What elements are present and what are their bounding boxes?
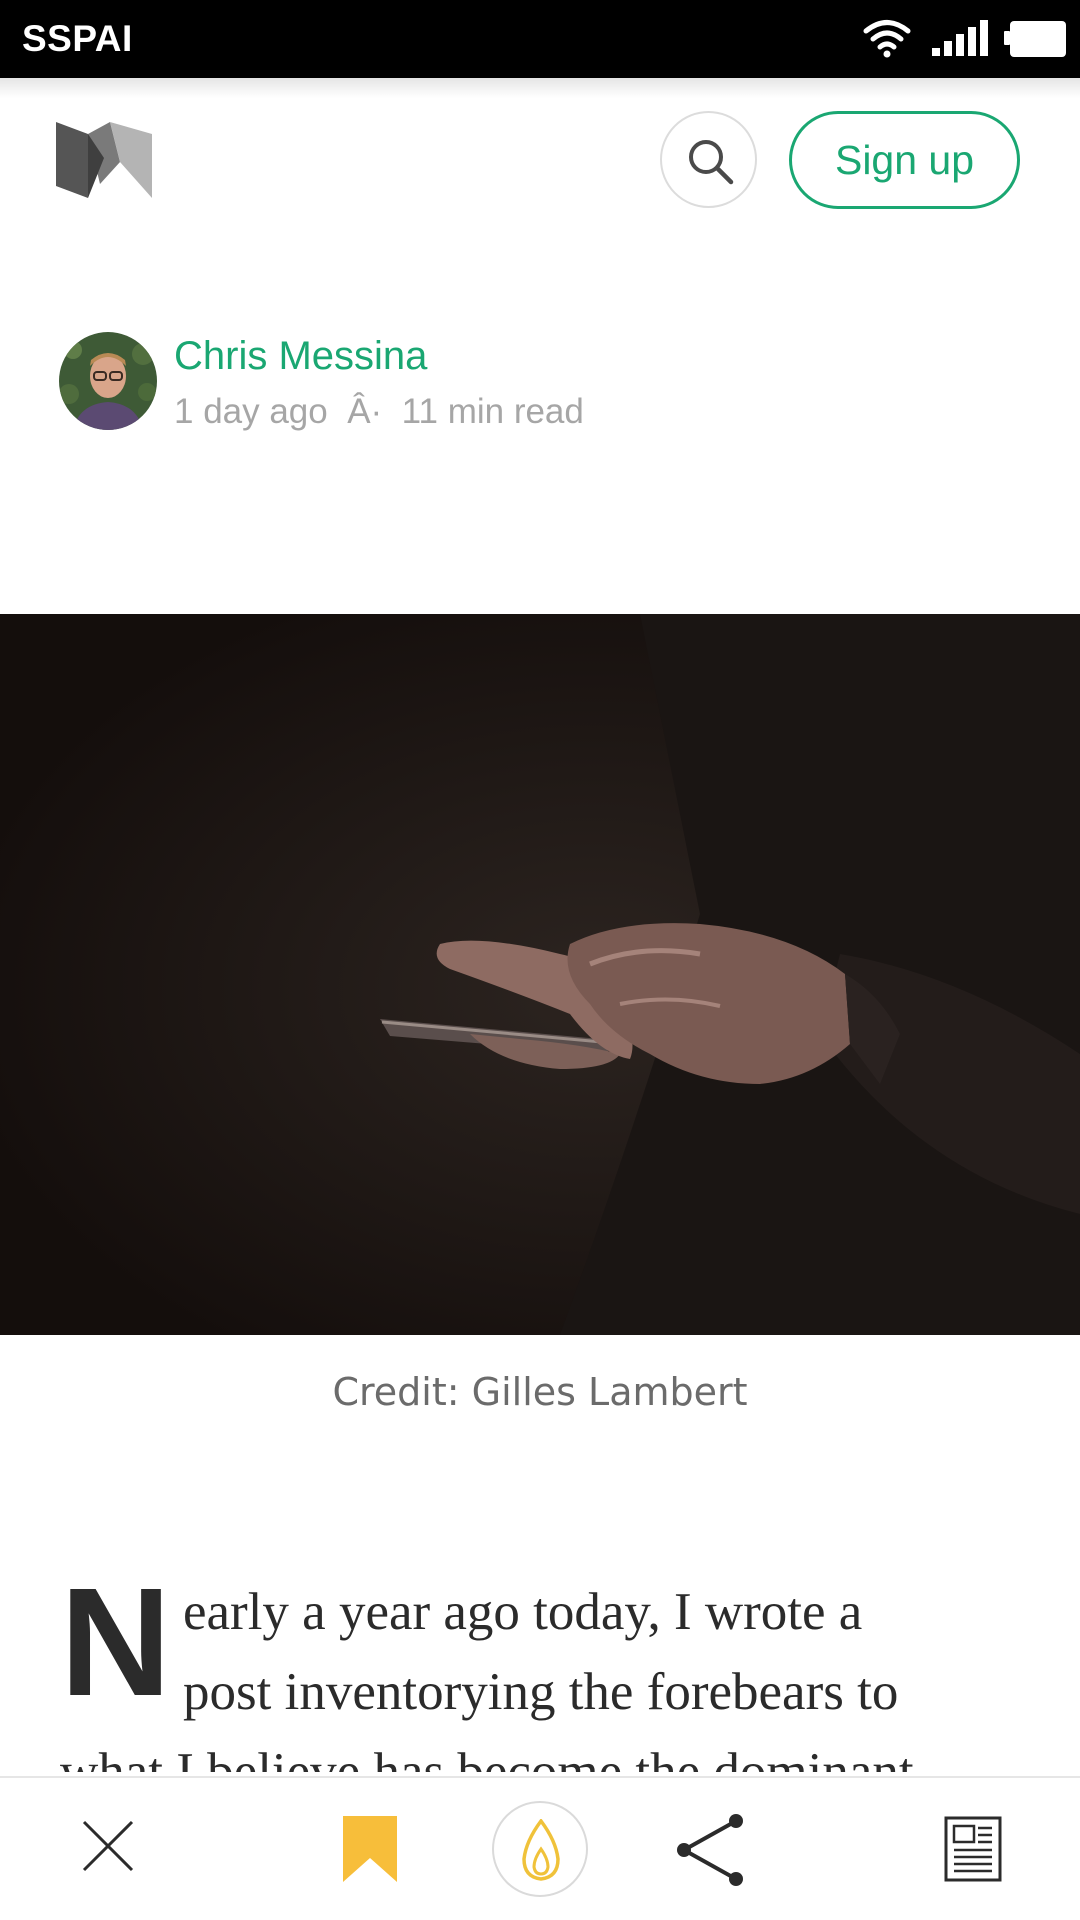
drop-cap: N [60,1572,172,1728]
header-shadow [0,78,1080,98]
article-body: N early a year ago today, I wrote a post… [60,1572,1020,1772]
recommend-button[interactable] [492,1801,588,1897]
battery-icon [1004,21,1066,57]
signup-button[interactable]: Sign up [789,111,1020,209]
recommend-icon [522,1819,560,1881]
search-button[interactable] [660,111,757,208]
paragraph-line: what I believe has become the dominant [60,1743,914,1772]
status-bar [0,0,1080,78]
hero-image [0,614,1080,1335]
status-carrier-label: SSPAI [22,18,133,59]
paragraph-line: early a year ago today, I wrote a [183,1583,863,1641]
paragraph-line: post inventorying the forebears to [183,1663,899,1721]
avatar-photo [59,332,157,430]
hero-photo [0,614,1080,1335]
medium-logo[interactable] [56,122,152,198]
author-name-link[interactable]: Chris Messina [174,334,427,379]
reader-icon[interactable] [944,1816,1002,1882]
wifi-icon [863,20,911,58]
post-meta: 1 day ago Â· 11 min read [174,392,584,431]
search-icon [689,140,734,185]
signal-icon [932,20,988,56]
bookmark-icon[interactable] [343,1816,397,1882]
close-icon[interactable] [80,1818,136,1874]
author-avatar[interactable] [59,332,157,430]
image-caption: Credit: Gilles Lambert [332,1370,748,1414]
share-icon[interactable] [674,1813,748,1887]
